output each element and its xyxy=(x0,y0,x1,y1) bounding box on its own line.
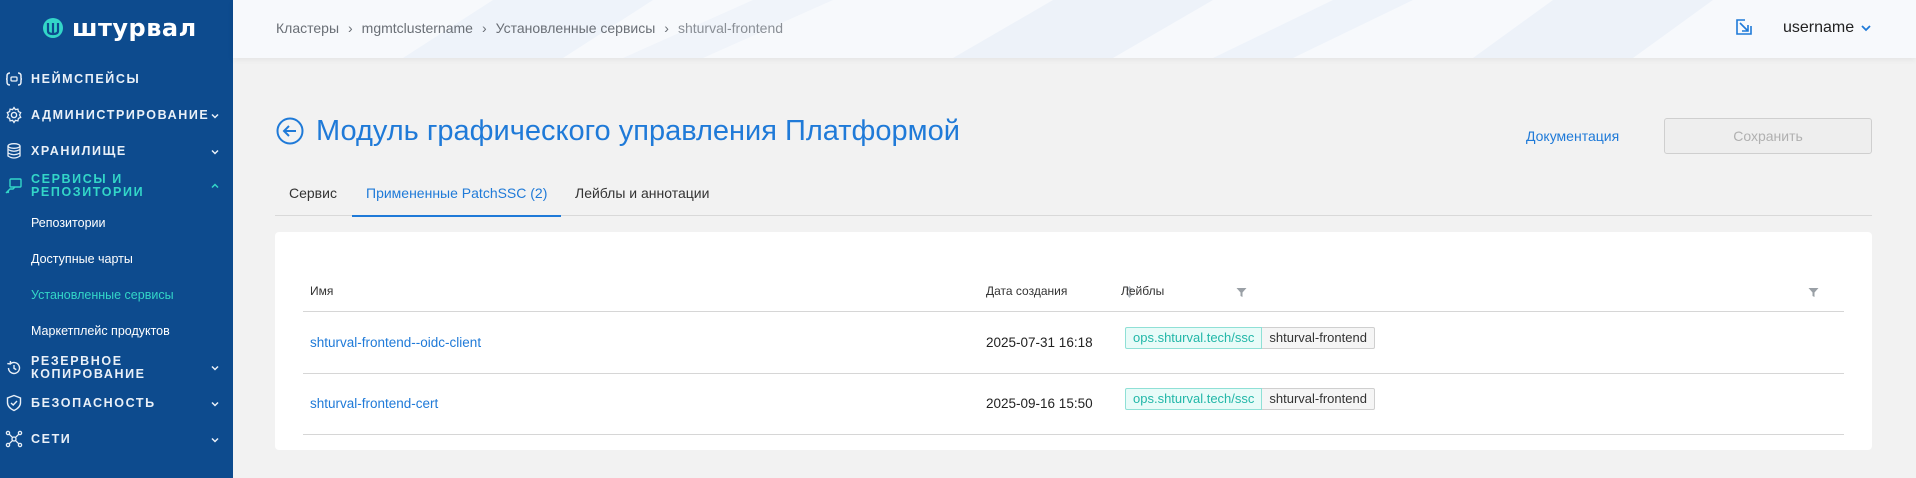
top-header: Кластеры › mgmtclustername › Установленн… xyxy=(233,0,1916,58)
breadcrumb-current: shturval-frontend xyxy=(677,20,784,36)
tab-service[interactable]: Сервис xyxy=(275,177,351,216)
sidebar-subitem-repositories[interactable]: Репозитории xyxy=(31,215,106,231)
tab-labels-annotations[interactable]: Лейблы и аннотации xyxy=(561,177,723,216)
sidebar-item-storage[interactable]: Хранилище xyxy=(0,141,233,161)
chevron-down-icon xyxy=(211,401,219,407)
tab-bar: Сервис Примененные PatchSSC (2) Лейблы и… xyxy=(275,177,1872,217)
filter-icon[interactable] xyxy=(1236,287,1247,298)
user-menu[interactable]: username xyxy=(1783,19,1872,37)
breadcrumb-installed-services[interactable]: Установленные сервисы xyxy=(496,20,656,36)
chevron-down-icon xyxy=(211,437,219,443)
shield-icon xyxy=(6,394,22,412)
column-header-labels: Лейблы xyxy=(1121,284,1165,298)
chevron-down-icon xyxy=(211,113,219,119)
sidebar-item-security[interactable]: Безопасность xyxy=(0,393,233,413)
sidebar-subitem-charts[interactable]: Доступные чарты xyxy=(31,251,133,267)
column-header-created[interactable]: Дата создания xyxy=(986,272,1067,312)
sidebar-item-namespaces[interactable]: Неймспейсы xyxy=(0,69,233,89)
sidebar: штурвал Неймспейсы Администрирование Хра… xyxy=(0,0,233,478)
row-created-date: 2025-09-16 15:50 xyxy=(986,396,1093,411)
breadcrumb-separator-icon: › xyxy=(348,20,353,36)
sidebar-item-label: Сети xyxy=(31,432,72,446)
sidebar-item-label: Резервное копирование xyxy=(31,354,146,381)
tab-applied-patchssc[interactable]: Примененные PatchSSC (2) xyxy=(352,177,562,217)
row-name-link[interactable]: shturval-frontend-cert xyxy=(310,396,438,411)
backup-icon xyxy=(7,360,21,375)
table-row: shturval-frontend-cert 2025-09-16 15:50 … xyxy=(303,374,1844,435)
row-created-date: 2025-07-31 16:18 xyxy=(986,335,1093,350)
database-icon xyxy=(7,143,21,159)
row-label-tag: ops.shturval.tech/ssc shturval-frontend xyxy=(1125,327,1375,349)
page-title: Модуль графического управления Платформо… xyxy=(316,115,960,147)
row-name-link[interactable]: shturval-frontend--oidc-client xyxy=(310,335,481,350)
sidebar-item-label: Хранилище xyxy=(31,144,127,158)
network-icon xyxy=(5,430,23,448)
table-row: shturval-frontend--oidc-client 2025-07-3… xyxy=(303,313,1844,374)
sidebar-item-label: Неймспейсы xyxy=(31,72,141,86)
breadcrumb: Кластеры › mgmtclustername › Установленн… xyxy=(276,20,783,36)
filter-icon[interactable] xyxy=(1808,287,1819,298)
namespaces-icon xyxy=(5,72,23,86)
documentation-link[interactable]: Документация xyxy=(1526,128,1619,144)
save-button[interactable]: Сохранить xyxy=(1664,118,1872,154)
logo-icon xyxy=(43,18,63,38)
table-header: Имя Дата создания Лейблы xyxy=(303,272,1844,312)
sidebar-item-label: Сервисы и репозитории xyxy=(31,172,145,199)
chevron-down-icon xyxy=(211,365,219,371)
breadcrumb-separator-icon: › xyxy=(481,20,487,36)
breadcrumb-cluster[interactable]: mgmtclustername xyxy=(362,20,473,36)
services-icon xyxy=(5,178,22,194)
sidebar-subitem-installed-services[interactable]: Установленные сервисы xyxy=(31,287,174,303)
row-label-tag: ops.shturval.tech/ssc shturval-frontend xyxy=(1125,388,1375,410)
logo[interactable]: штурвал xyxy=(0,0,233,56)
patchssc-table-card: Имя Дата создания Лейблы shturval-fronte… xyxy=(275,232,1872,450)
chevron-down-icon xyxy=(1861,25,1871,32)
label-value: shturval-frontend xyxy=(1262,327,1375,349)
label-key: ops.shturval.tech/ssc xyxy=(1125,388,1263,410)
brand-name: штурвал xyxy=(72,14,197,42)
chevron-down-icon xyxy=(211,149,219,155)
gear-icon xyxy=(6,106,22,124)
sidebar-subitem-marketplace[interactable]: Маркетплейс продуктов xyxy=(31,323,170,339)
chevron-up-icon xyxy=(211,183,219,189)
sidebar-item-label: Администрирование xyxy=(31,108,210,122)
label-value: shturval-frontend xyxy=(1262,388,1375,410)
back-arrow-icon[interactable] xyxy=(276,117,304,145)
user-name: username xyxy=(1783,19,1855,36)
breadcrumb-separator-icon: › xyxy=(664,20,669,36)
sidebar-item-services[interactable]: Сервисы и репозитории xyxy=(0,172,233,200)
sidebar-item-label: Безопасность xyxy=(31,396,156,410)
sidebar-item-networks[interactable]: Сети xyxy=(0,429,233,449)
column-header-name: Имя xyxy=(310,284,334,298)
external-link-icon[interactable] xyxy=(1735,18,1753,36)
sidebar-item-administration[interactable]: Администрирование xyxy=(0,105,233,125)
sidebar-item-backup[interactable]: Резервное копирование xyxy=(0,354,233,382)
breadcrumb-clusters[interactable]: Кластеры xyxy=(276,20,339,36)
label-key: ops.shturval.tech/ssc xyxy=(1125,327,1263,349)
